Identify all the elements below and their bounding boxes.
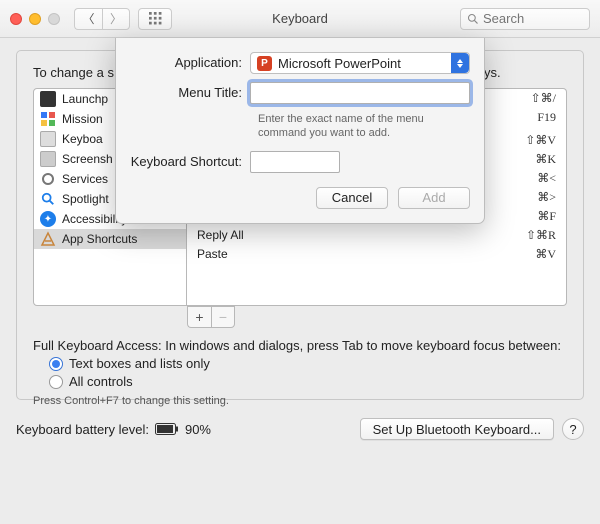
zoom-window-button[interactable]: [48, 13, 60, 25]
remove-shortcut-button[interactable]: −: [211, 306, 235, 328]
grid-icon: [149, 12, 162, 25]
close-window-button[interactable]: [10, 13, 22, 25]
screenshot-icon: [40, 151, 56, 167]
powerpoint-icon: P: [257, 56, 272, 71]
cancel-button[interactable]: Cancel: [316, 187, 388, 209]
forward-button[interactable]: 〉: [102, 8, 130, 30]
menu-title-label: Menu Title:: [130, 82, 250, 100]
show-all-button[interactable]: [138, 8, 172, 30]
minimize-window-button[interactable]: [29, 13, 41, 25]
battery-icon: [155, 423, 179, 435]
window-title: Keyboard: [272, 11, 328, 26]
search-input[interactable]: [483, 11, 583, 26]
application-label: Application:: [130, 52, 250, 70]
radio-all-controls[interactable]: All controls: [49, 374, 567, 389]
search-icon: [467, 13, 479, 25]
window-titlebar: 〈 〉 Keyboard: [0, 0, 600, 38]
add-shortcut-button[interactable]: +: [187, 306, 211, 328]
radio-button-icon: [49, 357, 63, 371]
help-button[interactable]: ?: [562, 418, 584, 440]
keyboard-icon: [40, 131, 56, 147]
bottom-bar: Keyboard battery level: 90% Set Up Bluet…: [16, 418, 584, 440]
menu-title-input[interactable]: [250, 82, 470, 104]
battery-label: Keyboard battery level:: [16, 422, 149, 437]
application-value: Microsoft PowerPoint: [278, 56, 401, 71]
app-shortcuts-icon: [40, 231, 56, 247]
launchpad-icon: [40, 91, 56, 107]
keyboard-shortcut-label: Keyboard Shortcut:: [130, 151, 250, 169]
spotlight-icon: [40, 191, 56, 207]
fka-note: Press Control+F7 to change this setting.: [33, 395, 567, 407]
radio-button-icon: [49, 375, 63, 389]
application-popup[interactable]: P Microsoft PowerPoint: [250, 52, 470, 74]
add-shortcut-sheet: Application: P Microsoft PowerPoint Menu…: [115, 38, 485, 224]
add-button[interactable]: Add: [398, 187, 470, 209]
radio-text-boxes[interactable]: Text boxes and lists only: [49, 356, 567, 371]
nav-buttons: 〈 〉: [74, 8, 130, 30]
battery-value: 90%: [185, 422, 211, 437]
list-item[interactable]: Reply All⇧⌘R: [187, 226, 566, 245]
services-icon: [40, 171, 56, 187]
traffic-lights: [10, 13, 60, 25]
full-keyboard-access-label: Full Keyboard Access: In windows and dia…: [33, 338, 567, 353]
mission-control-icon: [40, 111, 56, 127]
keyboard-shortcut-input[interactable]: [250, 151, 340, 173]
search-field[interactable]: [460, 8, 590, 30]
popup-arrows-icon: [451, 53, 469, 73]
back-button[interactable]: 〈: [74, 8, 102, 30]
list-item[interactable]: Paste⌘V: [187, 245, 566, 264]
menu-title-hint: Enter the exact name of the menu command…: [258, 112, 470, 141]
accessibility-icon: ✦: [40, 211, 56, 227]
bluetooth-keyboard-button[interactable]: Set Up Bluetooth Keyboard...: [360, 418, 554, 440]
sidebar-item-app-shortcuts[interactable]: App Shortcuts: [34, 229, 186, 249]
preferences-pane: Application: P Microsoft PowerPoint Menu…: [0, 38, 600, 524]
